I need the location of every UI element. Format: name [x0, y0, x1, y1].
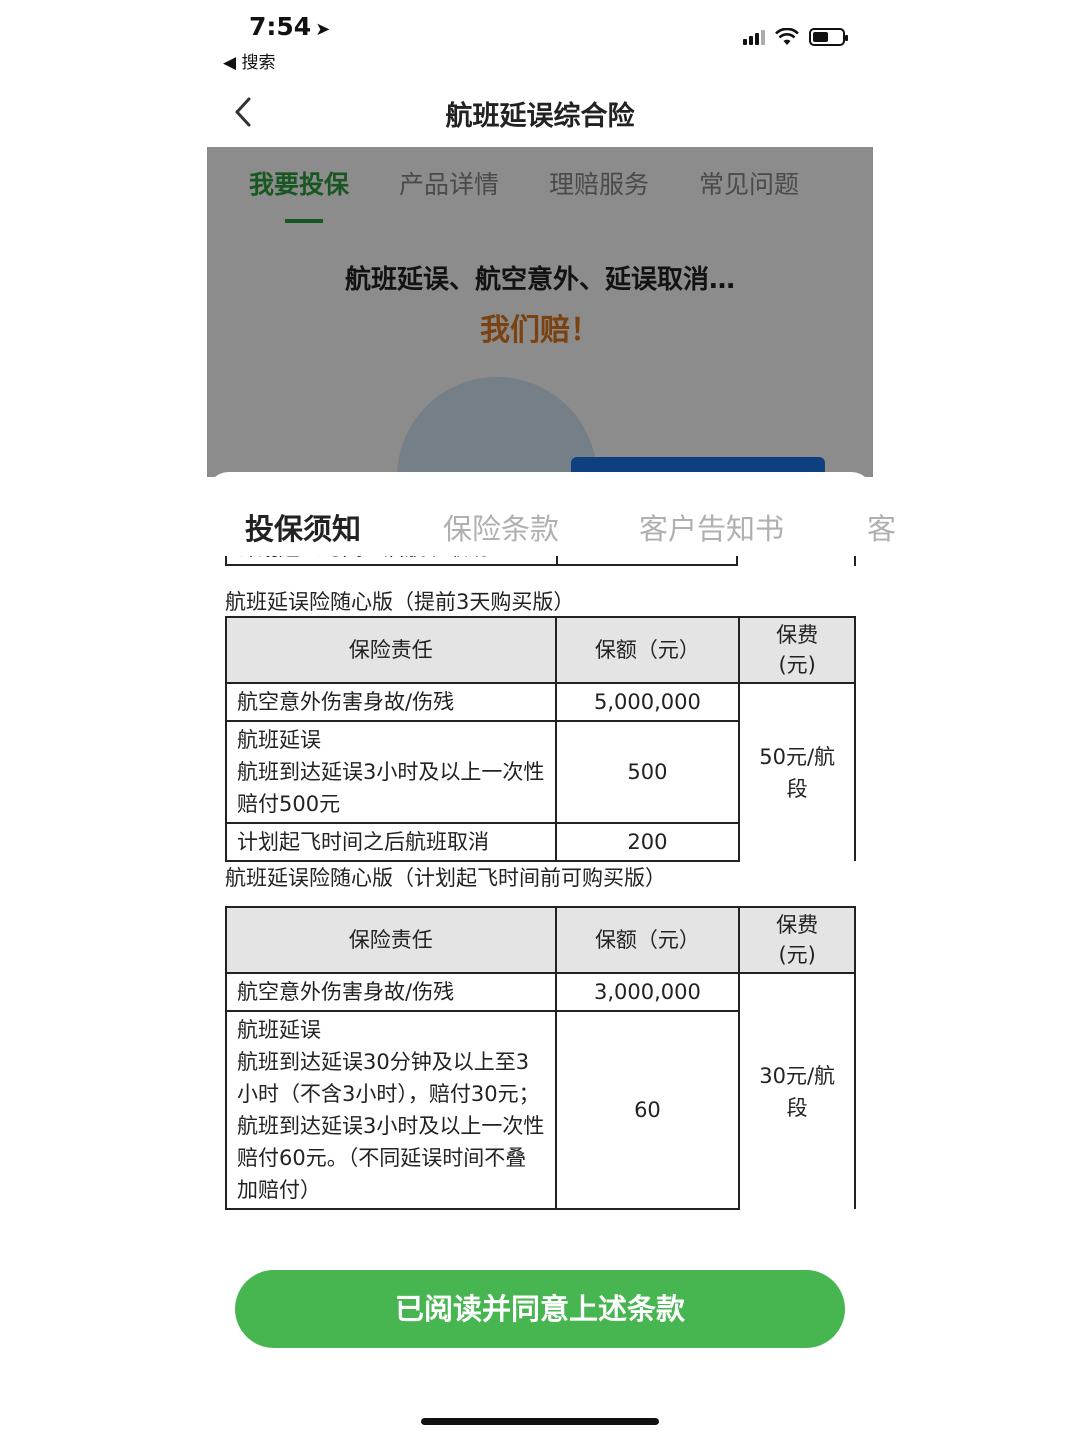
header-fee-line2: (元)	[778, 653, 816, 677]
back-to-app-link[interactable]: ◀ 搜索	[223, 48, 275, 73]
page-title: 航班延误综合险	[445, 101, 635, 132]
cell-coverage: 500	[554, 720, 741, 824]
header-responsibility: 保险责任	[225, 616, 557, 684]
insurance-table-3day: 保险责任 保额（元） 保费 (元) 航空意外伤害身故/伤残 5,000,000 5…	[225, 616, 856, 862]
home-indicator[interactable]	[421, 1418, 659, 1425]
cell-responsibility: 计划起飞时间之后航班取消	[225, 822, 557, 862]
status-time: 7:54 ➤	[249, 12, 330, 41]
cell-fee: 50元/航段	[738, 682, 856, 861]
tab-overflow[interactable]: 客	[867, 506, 896, 548]
terms-content[interactable]: 计划起飞时间之后航班取消 200 航班延误险随心版（提前3天购买版） 保险责任 …	[207, 556, 873, 1236]
phone-screen: 7:54 ➤ ◀ 搜索 航班延误综合险 我要投保 产品详情 理赔服务 常见问题 航…	[207, 0, 896, 1440]
header-fee-line1: 保费	[776, 913, 819, 937]
table-row: 航空意外伤害身故/伤残 5,000,000 50元/航段	[225, 682, 856, 861]
header-coverage: 保额（元）	[554, 906, 741, 974]
wifi-icon	[775, 28, 799, 45]
table-row: 航空意外伤害身故/伤残 3,000,000 30元/航段	[225, 972, 856, 1209]
header-coverage: 保额（元）	[554, 616, 741, 684]
tab-insurance-notice[interactable]: 投保须知	[245, 506, 361, 548]
agree-terms-button[interactable]: 已阅读并同意上述条款	[235, 1270, 845, 1348]
battery-icon	[809, 28, 848, 46]
location-arrow-icon: ➤	[315, 19, 331, 40]
status-time-text: 7:54	[249, 12, 312, 41]
partial-coverage: 200	[558, 556, 738, 564]
header-responsibility: 保险责任	[225, 906, 557, 974]
cellular-signal-icon	[743, 29, 765, 45]
cell-responsibility: 航班延误 航班到达延误30分钟及以上至3小时（不含3小时），赔付30元； 航班到…	[225, 1010, 557, 1210]
cell-responsibility: 航班延误 航班到达延误3小时及以上一次性赔付500元	[225, 720, 557, 824]
sheet-tabs: 投保须知 保险条款 客户告知书 客	[207, 506, 896, 550]
terms-sheet: 投保须知 保险条款 客户告知书 客 计划起飞时间之后航班取消 200 航班延误险…	[207, 472, 896, 1440]
cell-responsibility: 航空意外伤害身故/伤残	[225, 972, 557, 1012]
insurance-table-anytime: 保险责任 保额（元） 保费 (元) 航空意外伤害身故/伤残 3,000,000 3…	[225, 906, 856, 1210]
cell-coverage: 5,000,000	[554, 682, 741, 722]
table-row-partial: 计划起飞时间之后航班取消 200	[225, 556, 738, 566]
cell-coverage: 3,000,000	[554, 972, 741, 1012]
tab-customer-notice[interactable]: 客户告知书	[639, 506, 784, 548]
cell-coverage: 60	[554, 1010, 741, 1210]
header-fee: 保费 (元)	[738, 616, 856, 684]
nav-bar: 航班延误综合险	[207, 80, 873, 146]
section-title-anytime: 航班延误险随心版（计划起飞时间前可购买版）	[225, 866, 666, 890]
header-fee: 保费 (元)	[738, 906, 856, 974]
cell-responsibility: 航空意外伤害身故/伤残	[225, 682, 557, 722]
tab-insurance-clauses[interactable]: 保险条款	[443, 506, 559, 548]
header-fee-line2: (元)	[778, 943, 816, 967]
header-fee-line1: 保费	[776, 623, 819, 647]
cell-coverage: 200	[554, 822, 741, 862]
status-indicators	[743, 28, 848, 46]
table-border	[854, 556, 856, 566]
section-title-3day: 航班延误险随心版（提前3天购买版）	[225, 590, 575, 614]
partial-responsibility: 计划起飞时间之后航班取消	[227, 556, 558, 564]
modal-overlay[interactable]	[207, 147, 873, 477]
cell-fee: 30元/航段	[738, 972, 856, 1209]
